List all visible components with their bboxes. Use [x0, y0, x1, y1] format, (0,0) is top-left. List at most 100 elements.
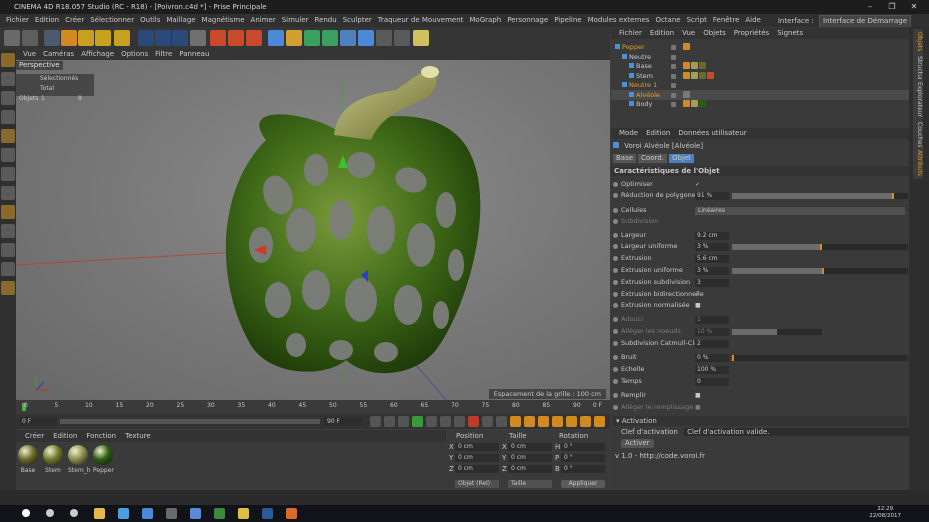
menu-selectionner[interactable]: Sélectionner — [90, 16, 134, 24]
attr-value-field[interactable]: 91 % — [695, 191, 729, 200]
maximize-icon[interactable]: ❐ — [881, 0, 903, 14]
file-explorer-icon[interactable] — [94, 508, 105, 519]
object-menu-proprietes[interactable]: Propriétés — [734, 29, 769, 37]
viewport-menu-vue[interactable]: Vue — [23, 50, 36, 58]
object-row-pepper[interactable]: Pepper — [611, 42, 909, 52]
animate-dot-icon[interactable] — [613, 244, 618, 249]
workplane-icon[interactable] — [1, 186, 15, 200]
animate-dot-icon[interactable] — [613, 292, 618, 297]
menu-fichier[interactable]: Fichier — [6, 16, 29, 24]
coord-rotation-field[interactable]: 0 ° — [561, 454, 605, 462]
pen-icon[interactable] — [286, 30, 302, 46]
animate-dot-icon[interactable] — [613, 268, 618, 273]
render-settings-icon[interactable] — [246, 30, 262, 46]
coord-size-field[interactable]: 0 cm — [508, 465, 552, 473]
tag-icon[interactable] — [683, 71, 690, 79]
tag-icon[interactable] — [691, 71, 698, 79]
right-tab-objets[interactable]: Objets — [913, 29, 923, 55]
end-frame-field[interactable]: 90 F — [324, 417, 362, 426]
object-row-neutre[interactable]: Neutre — [611, 52, 909, 62]
chrome-icon[interactable] — [238, 508, 249, 519]
rotate-icon[interactable] — [95, 30, 111, 46]
material-stem[interactable]: Stem — [43, 445, 63, 474]
attr-value-field[interactable]: 100 % — [695, 365, 729, 374]
animate-dot-icon[interactable] — [613, 256, 618, 261]
material-menu-edition[interactable]: Edition — [53, 432, 77, 440]
coord-position-field[interactable]: 0 cm — [455, 454, 499, 462]
store-icon[interactable] — [142, 508, 153, 519]
animate-dot-icon[interactable] — [613, 393, 618, 398]
paint-icon[interactable] — [1, 281, 15, 295]
coordinate-system-icon[interactable] — [190, 30, 206, 46]
menu-octane[interactable]: Octane — [655, 16, 680, 24]
points-mode-icon[interactable] — [1, 110, 15, 124]
animate-dot-icon[interactable] — [613, 280, 618, 285]
current-frame-field[interactable]: 0 F — [19, 417, 57, 426]
coord-rotation-field[interactable]: 0 ° — [561, 465, 605, 473]
attr-value-field[interactable]: 3 % — [695, 266, 729, 275]
tag-icon[interactable] — [691, 62, 698, 69]
play-icon[interactable] — [412, 416, 423, 427]
activation-key-field[interactable]: Clef d'activation valide. — [684, 428, 911, 436]
floor-icon[interactable] — [358, 30, 374, 46]
record-icon[interactable] — [468, 416, 479, 427]
menu-script[interactable]: Script — [687, 16, 707, 24]
auto-key-icon[interactable] — [482, 416, 493, 427]
animate-dot-icon[interactable] — [613, 367, 618, 372]
keyframe-selection-icon[interactable] — [496, 416, 507, 427]
prev-key-icon[interactable] — [384, 416, 395, 427]
next-frame-icon[interactable] — [426, 416, 437, 427]
motion-icon[interactable] — [580, 416, 591, 427]
texture-mode-icon[interactable] — [1, 72, 15, 86]
firefox-icon[interactable] — [286, 508, 297, 519]
light-icon[interactable] — [413, 30, 429, 46]
render-picture-queue-icon[interactable] — [228, 30, 244, 46]
deformer-icon[interactable] — [340, 30, 356, 46]
visibility-toggle[interactable] — [671, 102, 676, 107]
y-axis-icon[interactable] — [155, 30, 171, 46]
menu-maillage[interactable]: Maillage — [166, 16, 195, 24]
tag-icon[interactable] — [699, 62, 706, 69]
frame-range-slider[interactable] — [60, 419, 320, 424]
scale-icon[interactable] — [78, 30, 94, 46]
animate-dot-icon[interactable] — [613, 341, 618, 346]
menu-modules-externes[interactable]: Modules externes — [588, 16, 650, 24]
scene-icon[interactable] — [394, 30, 410, 46]
tweak-icon[interactable] — [1, 205, 15, 219]
menu-personnage[interactable]: Personnage — [507, 16, 548, 24]
object-menu-signets[interactable]: Signets — [777, 29, 803, 37]
attr-slider[interactable] — [732, 192, 908, 199]
attribute-menu-donnees-utilisateur[interactable]: Données utilisateur — [678, 129, 746, 137]
rotation-key-icon[interactable] — [524, 416, 535, 427]
menu-edition[interactable]: Edition — [35, 16, 59, 24]
menu-aide[interactable]: Aide — [745, 16, 760, 24]
slider-knob[interactable] — [822, 267, 824, 274]
visibility-toggle[interactable] — [671, 45, 676, 50]
object-menu-objets[interactable]: Objets — [703, 29, 726, 37]
attribute-menu-edition[interactable]: Edition — [646, 129, 670, 137]
object-menu-edition[interactable]: Edition — [650, 29, 674, 37]
go-end-icon[interactable] — [454, 416, 465, 427]
attr-checkbox[interactable]: ■ — [695, 402, 701, 413]
tag-icon[interactable] — [683, 100, 690, 107]
activate-button[interactable]: Activer — [621, 439, 654, 448]
coord-size-field[interactable]: 0 cm — [508, 443, 552, 451]
undo-icon[interactable] — [4, 30, 20, 46]
visibility-toggle[interactable] — [671, 92, 676, 98]
photoshop-icon[interactable] — [262, 508, 273, 519]
attr-checkbox[interactable]: ■ — [695, 300, 701, 311]
move-icon[interactable] — [61, 30, 77, 46]
object-menu-fichier[interactable]: Fichier — [619, 29, 642, 37]
animate-dot-icon[interactable] — [613, 233, 618, 238]
slider-knob[interactable] — [892, 192, 894, 199]
menu-pipeline[interactable]: Pipeline — [554, 16, 581, 24]
slider-knob[interactable] — [732, 354, 734, 361]
cube-icon[interactable] — [268, 30, 284, 46]
live-select-icon[interactable] — [114, 30, 130, 46]
coord-position-field[interactable]: 0 cm — [455, 443, 499, 451]
select-icon[interactable] — [44, 30, 60, 46]
coord-size-field[interactable]: 0 cm — [508, 454, 552, 462]
subdivision-icon[interactable] — [304, 30, 320, 46]
timeline-window-icon[interactable] — [594, 416, 605, 427]
animate-dot-icon[interactable] — [613, 219, 618, 224]
